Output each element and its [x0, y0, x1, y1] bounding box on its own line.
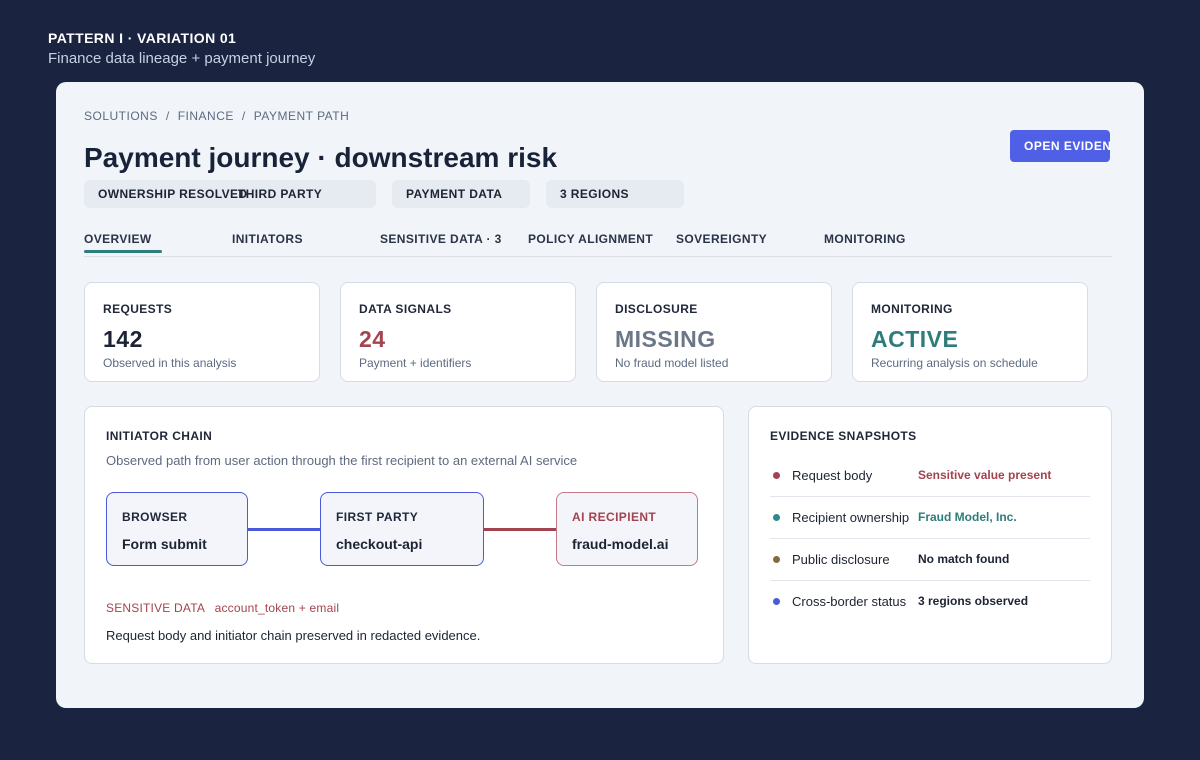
tab-monitoring[interactable]: MONITORING	[824, 232, 906, 246]
stat-label: MONITORING	[871, 302, 953, 316]
status-dot-icon	[773, 556, 780, 563]
panel-title: INITIATOR CHAIN	[106, 429, 213, 443]
evidence-key: Public disclosure	[792, 552, 890, 567]
chain-node-first-party[interactable]: FIRST PARTY checkout-api	[320, 492, 484, 566]
pattern-title: PATTERN I · VARIATION 01	[48, 30, 237, 46]
sensitive-data-value: account_token + email	[214, 601, 340, 615]
stat-value: 24	[359, 326, 386, 352]
regions-chip-label: 3 REGIONS	[560, 187, 629, 201]
tab-sensitive-data[interactable]: SENSITIVE DATA · 3	[380, 232, 502, 246]
node-value: checkout-api	[336, 536, 423, 552]
panel-subtitle: Observed path from user action through t…	[106, 453, 578, 468]
node-label: AI RECIPIENT	[572, 510, 657, 524]
stat-value: MISSING	[615, 326, 716, 352]
evidence-key: Recipient ownership	[792, 510, 910, 525]
tab-sovereignty[interactable]: SOVEREIGNTY	[676, 232, 767, 246]
payment-data-chip-label: PAYMENT DATA	[406, 187, 503, 201]
evidence-value: No match found	[918, 552, 1010, 566]
stat-value: 142	[103, 326, 143, 352]
stat-card-data-signals: DATA SIGNALS 24 Payment + identifiers	[340, 282, 576, 382]
node-label: BROWSER	[122, 510, 188, 524]
chain-note: Request body and initiator chain preserv…	[106, 628, 481, 643]
breadcrumb-finance[interactable]: FINANCE	[178, 109, 234, 123]
evidence-row[interactable]: Cross-border status 3 regions observed	[770, 581, 1090, 623]
stat-desc: Recurring analysis on schedule	[871, 356, 1038, 370]
stat-desc: Observed in this analysis	[103, 356, 237, 370]
breadcrumb-separator: /	[165, 109, 170, 123]
stat-card-disclosure: DISCLOSURE MISSING No fraud model listed	[596, 282, 832, 382]
ownership-chip-label: OWNERSHIP RESOLVED	[98, 187, 248, 201]
chain-node-ai-recipient[interactable]: AI RECIPIENT fraud-model.ai	[556, 492, 698, 566]
panel-title: EVIDENCE SNAPSHOTS	[770, 429, 917, 443]
chain-node-browser[interactable]: BROWSER Form submit	[106, 492, 248, 566]
stat-desc: Payment + identifiers	[359, 356, 472, 370]
tab-overview[interactable]: OVERVIEW	[84, 232, 162, 253]
breadcrumb-payment-path[interactable]: PAYMENT PATH	[254, 109, 350, 123]
stat-label: DATA SIGNALS	[359, 302, 452, 316]
stat-desc: No fraud model listed	[615, 356, 729, 370]
evidence-snapshots-panel: EVIDENCE SNAPSHOTS Request body Sensitiv…	[748, 406, 1112, 664]
evidence-row[interactable]: Recipient ownership Fraud Model, Inc.	[770, 497, 1090, 539]
pattern-subtitle: Finance data lineage + payment journey	[48, 50, 316, 67]
main-card: SOLUTIONS / FINANCE / PAYMENT PATH Payme…	[56, 82, 1144, 708]
ownership-chip: OWNERSHIP RESOLVED THIRD PARTY	[84, 180, 376, 208]
breadcrumb-solutions[interactable]: SOLUTIONS	[84, 109, 158, 123]
evidence-value: 3 regions observed	[918, 594, 1029, 608]
sensitive-data-line: SENSITIVE DATA account_token + email	[106, 601, 339, 615]
stat-card-requests: REQUESTS 142 Observed in this analysis	[84, 282, 320, 382]
node-label: FIRST PARTY	[336, 510, 419, 524]
tab-policy-alignment[interactable]: POLICY ALIGNMENT	[528, 232, 653, 246]
payment-data-chip: PAYMENT DATA	[392, 180, 530, 208]
status-dot-icon	[773, 598, 780, 605]
chain-connector	[484, 528, 556, 531]
initiator-chain-panel: INITIATOR CHAIN Observed path from user …	[84, 406, 724, 664]
stat-label: REQUESTS	[103, 302, 173, 316]
status-dot-icon	[773, 472, 780, 479]
evidence-value: Fraud Model, Inc.	[918, 510, 1017, 524]
evidence-row[interactable]: Public disclosure No match found	[770, 539, 1090, 581]
stat-label: DISCLOSURE	[615, 302, 698, 316]
sensitive-data-tag: SENSITIVE DATA	[106, 601, 206, 615]
evidence-value: Sensitive value present	[918, 468, 1052, 482]
page-title: Payment journey · downstream risk	[84, 142, 558, 173]
evidence-key: Request body	[792, 468, 873, 483]
evidence-key: Cross-border status	[792, 594, 907, 609]
breadcrumb-separator: /	[241, 109, 246, 123]
breadcrumb: SOLUTIONS / FINANCE / PAYMENT PATH	[84, 109, 349, 123]
chain-connector	[248, 528, 320, 531]
tab-initiators[interactable]: INITIATORS	[232, 232, 303, 246]
open-evidence-button[interactable]: OPEN EVIDENCE	[1010, 130, 1110, 162]
third-party-chip-label: THIRD PARTY	[238, 187, 323, 201]
stat-value: ACTIVE	[871, 326, 959, 352]
node-value: Form submit	[122, 536, 207, 552]
evidence-row[interactable]: Request body Sensitive value present	[770, 455, 1090, 497]
regions-chip: 3 REGIONS	[546, 180, 684, 208]
node-value: fraud-model.ai	[572, 536, 669, 552]
tab-bar: OVERVIEW INITIATORS SENSITIVE DATA · 3 P…	[84, 232, 1112, 257]
stat-card-monitoring: MONITORING ACTIVE Recurring analysis on …	[852, 282, 1088, 382]
status-dot-icon	[773, 514, 780, 521]
window-frame: PATTERN I · VARIATION 01 Finance data li…	[0, 0, 1200, 760]
